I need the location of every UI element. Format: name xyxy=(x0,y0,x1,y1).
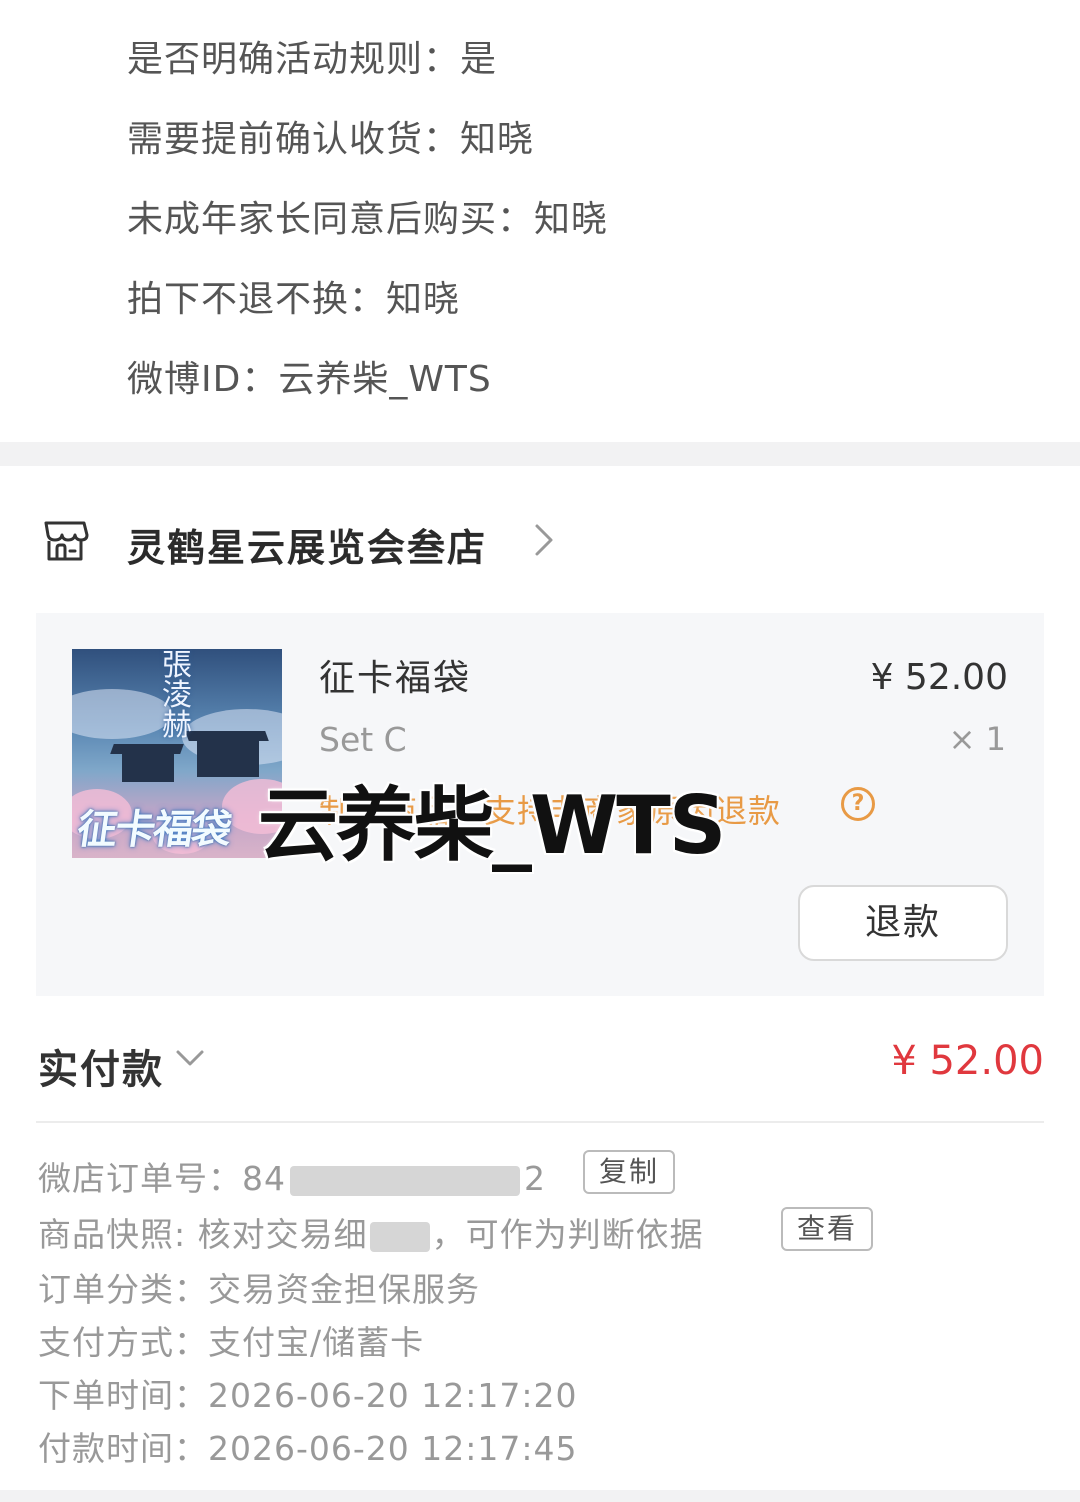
section-divider xyxy=(0,442,1080,466)
item-card[interactable]: 張淩赫 征卡福袋 征卡福袋 ¥ 52.00 Set C × 1 制作商品，支持非… xyxy=(36,613,1044,996)
question-mark-icon[interactable]: ? xyxy=(841,787,875,821)
remark-weibo-id: 微博ID：云养柴_WTS xyxy=(127,359,492,400)
snapshot-row: 商品快照: 核对交易细 ，可作为判断依据 xyxy=(38,1208,704,1256)
redacted-block xyxy=(369,1221,430,1252)
copy-order-number-button[interactable]: 复制 xyxy=(583,1150,676,1194)
chevron-right-icon[interactable] xyxy=(532,520,556,560)
item-quantity: × 1 xyxy=(948,720,1006,758)
redacted-block xyxy=(290,1165,520,1196)
thumbnail-vertical-title: 張淩赫 xyxy=(162,649,192,743)
thumbnail-title: 征卡福袋 xyxy=(74,806,233,853)
shop-name[interactable]: 灵鹤星云展览会叁店 xyxy=(127,517,487,572)
remark-activity-rules: 是否明确活动规则：是 xyxy=(127,39,498,80)
payment-method-row: 支付方式：支付宝/储蓄卡 xyxy=(38,1316,424,1364)
remark-confirm-receipt: 需要提前确认收货：知晓 xyxy=(127,119,535,160)
storefront-icon xyxy=(44,521,89,561)
paid-amount-label[interactable]: 实付款 xyxy=(38,1037,164,1095)
item-title[interactable]: 征卡福袋 xyxy=(319,649,471,701)
paid-amount-value: ¥ 52.00 xyxy=(891,1038,1044,1084)
view-snapshot-button[interactable]: 查看 xyxy=(781,1207,874,1251)
snapshot-tail: ，可作为判断依据 xyxy=(431,1215,704,1254)
item-price: ¥ 52.00 xyxy=(870,657,1008,698)
bottom-divider xyxy=(0,1490,1080,1502)
snapshot-value: 核对交易细 xyxy=(197,1215,368,1254)
payment-method-label: 支付方式： xyxy=(38,1323,208,1362)
item-thumbnail[interactable]: 張淩赫 征卡福袋 xyxy=(72,649,282,858)
order-number-tail: 2 xyxy=(524,1159,546,1198)
order-number-row: 微店订单号：84 2 xyxy=(38,1152,546,1200)
order-category-label: 订单分类： xyxy=(38,1270,208,1309)
watermark-text: 云养柴_WTS xyxy=(258,779,726,872)
order-category-value: 交易资金担保服务 xyxy=(208,1270,480,1309)
snapshot-label: 商品快照: xyxy=(38,1215,187,1254)
order-detail-page: 是否明确活动规则：是 需要提前确认收货：知晓 未成年家长同意后购买：知晓 拍下不… xyxy=(0,0,1080,1502)
order-time-label: 下单时间： xyxy=(38,1376,208,1415)
payment-time-value: 2026-06-20 12:17:45 xyxy=(208,1429,578,1468)
order-number-label: 微店订单号： xyxy=(38,1159,242,1198)
remark-parent-consent: 未成年家长同意后购买：知晓 xyxy=(127,199,609,240)
order-time-row: 下单时间：2026-06-20 12:17:20 xyxy=(38,1369,577,1417)
payment-method-value: 支付宝/储蓄卡 xyxy=(208,1323,425,1362)
divider xyxy=(36,1121,1044,1123)
remark-no-return: 拍下不退不换：知晓 xyxy=(127,279,461,320)
order-category-row: 订单分类：交易资金担保服务 xyxy=(38,1263,480,1311)
order-number-value: 84 xyxy=(242,1159,286,1198)
item-spec: Set C xyxy=(319,720,407,759)
payment-time-row: 付款时间：2026-06-20 12:17:45 xyxy=(38,1422,577,1470)
order-time-value: 2026-06-20 12:17:20 xyxy=(208,1376,578,1415)
chevron-down-icon[interactable] xyxy=(174,1046,206,1070)
order-remarks-section: 是否明确活动规则：是 需要提前确认收货：知晓 未成年家长同意后购买：知晓 拍下不… xyxy=(0,0,1080,442)
refund-button[interactable]: 退款 xyxy=(798,885,1008,961)
payment-time-label: 付款时间： xyxy=(38,1429,208,1468)
